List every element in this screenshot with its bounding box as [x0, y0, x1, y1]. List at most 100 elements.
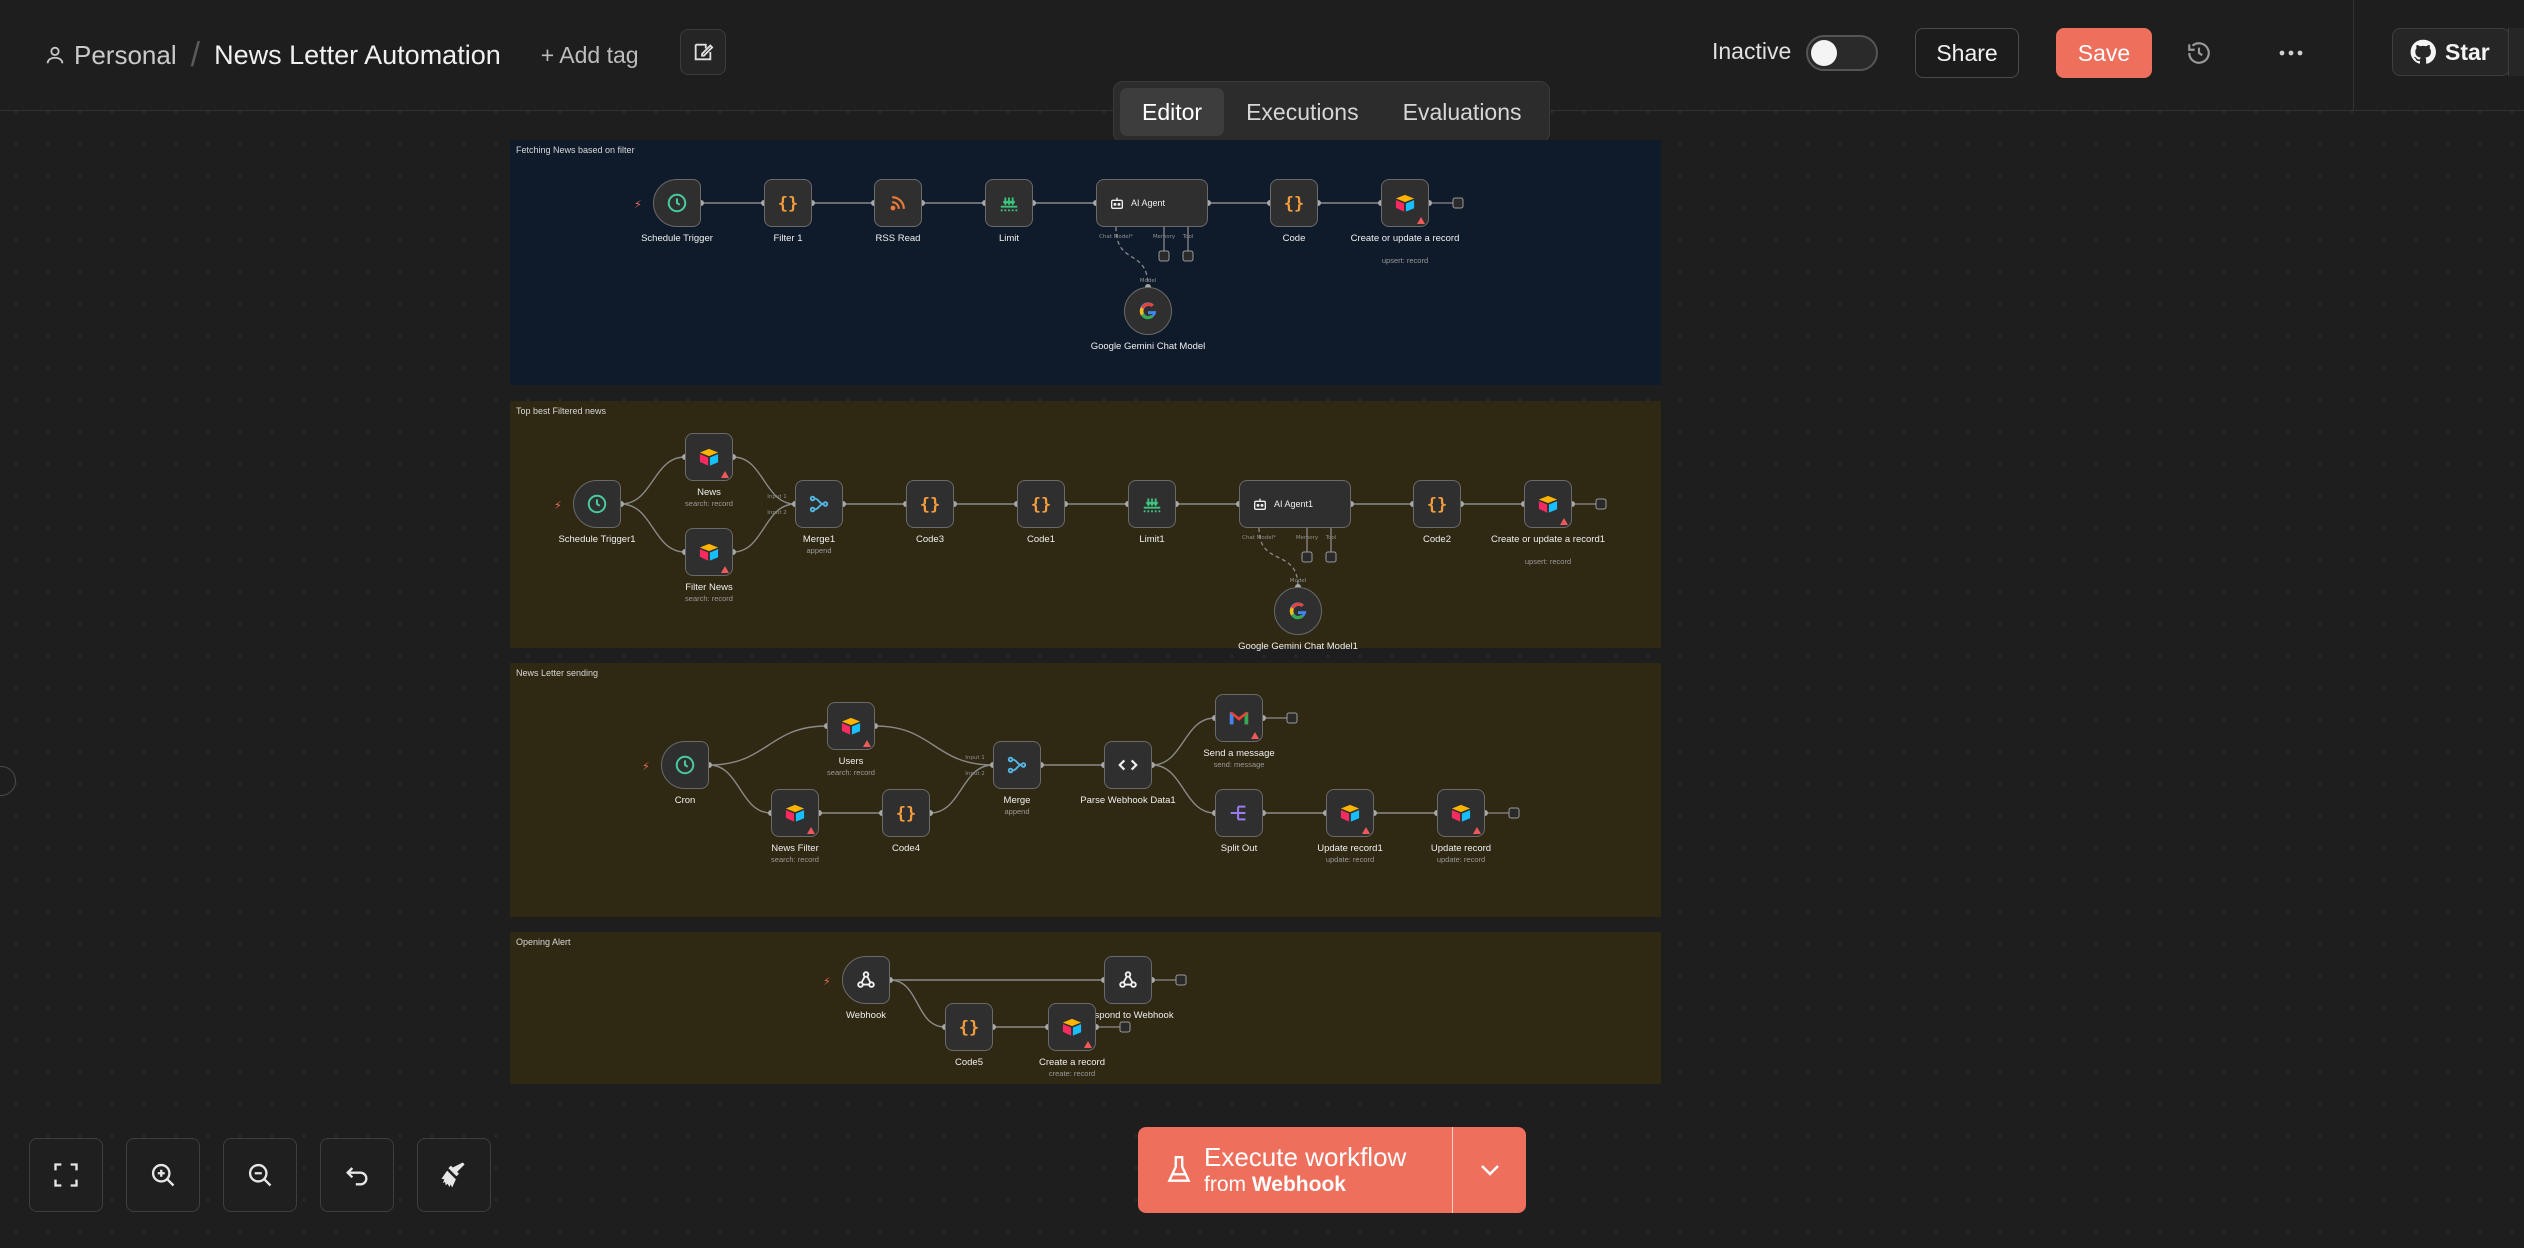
airtable-icon [698, 542, 720, 562]
add-node-plus[interactable] [1301, 551, 1313, 563]
node-label: Users [838, 756, 864, 767]
gmail-icon [1228, 709, 1250, 727]
node-subtitle: search: record [771, 855, 819, 864]
workflow-node-n6[interactable]: {} [1270, 179, 1318, 227]
zoom-in-button[interactable] [126, 1138, 200, 1212]
warning-icon [807, 827, 815, 834]
webhook-icon [855, 969, 877, 991]
port-label: Tool [1182, 234, 1194, 240]
workflow-node-m9[interactable]: {} [1413, 480, 1461, 528]
workflow-node-m8[interactable]: AI Agent1 [1239, 480, 1351, 528]
workflow-node-s6[interactable] [1104, 741, 1152, 789]
code-braces-icon: {} [1282, 192, 1306, 214]
airtable-icon [698, 447, 720, 467]
workflow-node-w4[interactable] [1048, 1003, 1096, 1051]
workflow-node-s10[interactable] [1437, 789, 1485, 837]
workflow-node-n1[interactable] [653, 179, 701, 227]
zoom-to-fit-button[interactable] [29, 1138, 103, 1212]
node-label: Create or update a record [1350, 233, 1460, 244]
workflow-node-s7[interactable] [1215, 694, 1263, 742]
connection-layer: ⚡ ⚡ ⚡ ⚡ Chat Model* Memory Tool Model Chat Model… [554, 197, 1607, 1033]
workflow-node-n8[interactable] [1124, 287, 1172, 335]
node-label: Filter News [685, 582, 733, 593]
add-node-plus[interactable] [1182, 250, 1194, 262]
node-label: Webhook [846, 1010, 886, 1021]
workflow-node-m1[interactable] [573, 480, 621, 528]
workflow-node-w3[interactable]: {} [945, 1003, 993, 1051]
workflow-node-n7[interactable] [1381, 179, 1429, 227]
tidy-up-button[interactable] [417, 1138, 491, 1212]
add-node-plus[interactable] [1286, 712, 1298, 724]
code-braces-icon: {} [1029, 493, 1053, 515]
node-subtitle: create: record [1048, 1069, 1096, 1078]
airtable-icon [1394, 193, 1416, 213]
workflow-node-n2[interactable]: {} [764, 179, 812, 227]
workflow-node-m11[interactable] [1274, 587, 1322, 635]
code-braces-icon: {} [776, 192, 800, 214]
add-node-plus[interactable] [1452, 197, 1464, 209]
warning-icon [1560, 518, 1568, 525]
warning-icon [1251, 732, 1259, 739]
add-node-plus[interactable] [1325, 551, 1337, 563]
execute-main[interactable]: Execute workflow from Webhook [1138, 1127, 1452, 1213]
workflow-node-s9[interactable] [1326, 789, 1374, 837]
code-braces-icon: {} [918, 493, 942, 515]
workflow-node-m3[interactable] [685, 528, 733, 576]
zoom-out-button[interactable] [223, 1138, 297, 1212]
workflow-node-w2[interactable] [1104, 956, 1152, 1004]
port-label: Input 2 [965, 771, 985, 777]
port-label: Input 1 [965, 755, 985, 761]
node-label: Limit [998, 233, 1020, 244]
fit-view-icon [54, 1163, 78, 1187]
airtable-icon [784, 803, 806, 823]
workflow-node-s1[interactable] [661, 741, 709, 789]
port-label: Chat Model* [1099, 234, 1133, 240]
zoom-out-icon [248, 1163, 272, 1187]
merge-icon [808, 493, 830, 515]
workflow-node-m7[interactable] [1128, 480, 1176, 528]
add-node-plus[interactable] [1508, 807, 1520, 819]
trigger-bolt-icon: ⚡ [554, 499, 562, 512]
workflow-node-w1[interactable] [842, 956, 890, 1004]
airtable-icon [1450, 803, 1472, 823]
add-node-plus[interactable] [1119, 1021, 1131, 1033]
workflow-node-m4[interactable] [795, 480, 843, 528]
workflow-node-n5[interactable]: AI Agent [1096, 179, 1208, 227]
execute-workflow-button[interactable]: Execute workflow from Webhook [1138, 1127, 1526, 1213]
warning-icon [1362, 827, 1370, 834]
split-icon [1228, 802, 1250, 824]
warning-icon [721, 566, 729, 573]
port-label: Model [1290, 578, 1307, 584]
add-node-plus[interactable] [1175, 974, 1187, 986]
flask-icon [1167, 1155, 1191, 1182]
workflow-node-m6[interactable]: {} [1017, 480, 1065, 528]
node-label: Create or update a record1 [1490, 534, 1606, 545]
workflow-node-n3[interactable] [874, 179, 922, 227]
gemini-icon [1137, 300, 1159, 322]
add-node-plus[interactable] [1595, 498, 1607, 510]
execute-subtitle: from Webhook [1204, 1173, 1346, 1196]
add-node-plus[interactable] [1158, 250, 1170, 262]
execute-options-toggle[interactable] [1453, 1127, 1526, 1213]
node-subtitle: append [806, 546, 832, 555]
port-label: Memory [1296, 535, 1319, 541]
workflow-node-s2[interactable] [827, 702, 875, 750]
workflow-node-m2[interactable] [685, 433, 733, 481]
svg-text:{}: {} [1031, 495, 1051, 515]
node-label: Parse Webhook Data1 [1080, 795, 1176, 806]
workflow-node-m5[interactable]: {} [906, 480, 954, 528]
workflow-node-s5[interactable] [993, 741, 1041, 789]
node-label: Cron [674, 795, 696, 806]
node-subtitle: send: message [1213, 760, 1265, 769]
node-label: Update record [1430, 843, 1492, 854]
html-icon [1117, 754, 1139, 776]
workflow-node-n4[interactable] [985, 179, 1033, 227]
svg-text:{}: {} [1284, 194, 1304, 214]
workflow-node-s3[interactable] [771, 789, 819, 837]
workflow-node-s4[interactable]: {} [882, 789, 930, 837]
workflow-node-m10[interactable] [1524, 480, 1572, 528]
node-label: Limit1 [1139, 534, 1165, 545]
workflow-node-s8[interactable] [1215, 789, 1263, 837]
undo-button[interactable] [320, 1138, 394, 1212]
trigger-bolt-icon: ⚡ [634, 198, 642, 211]
